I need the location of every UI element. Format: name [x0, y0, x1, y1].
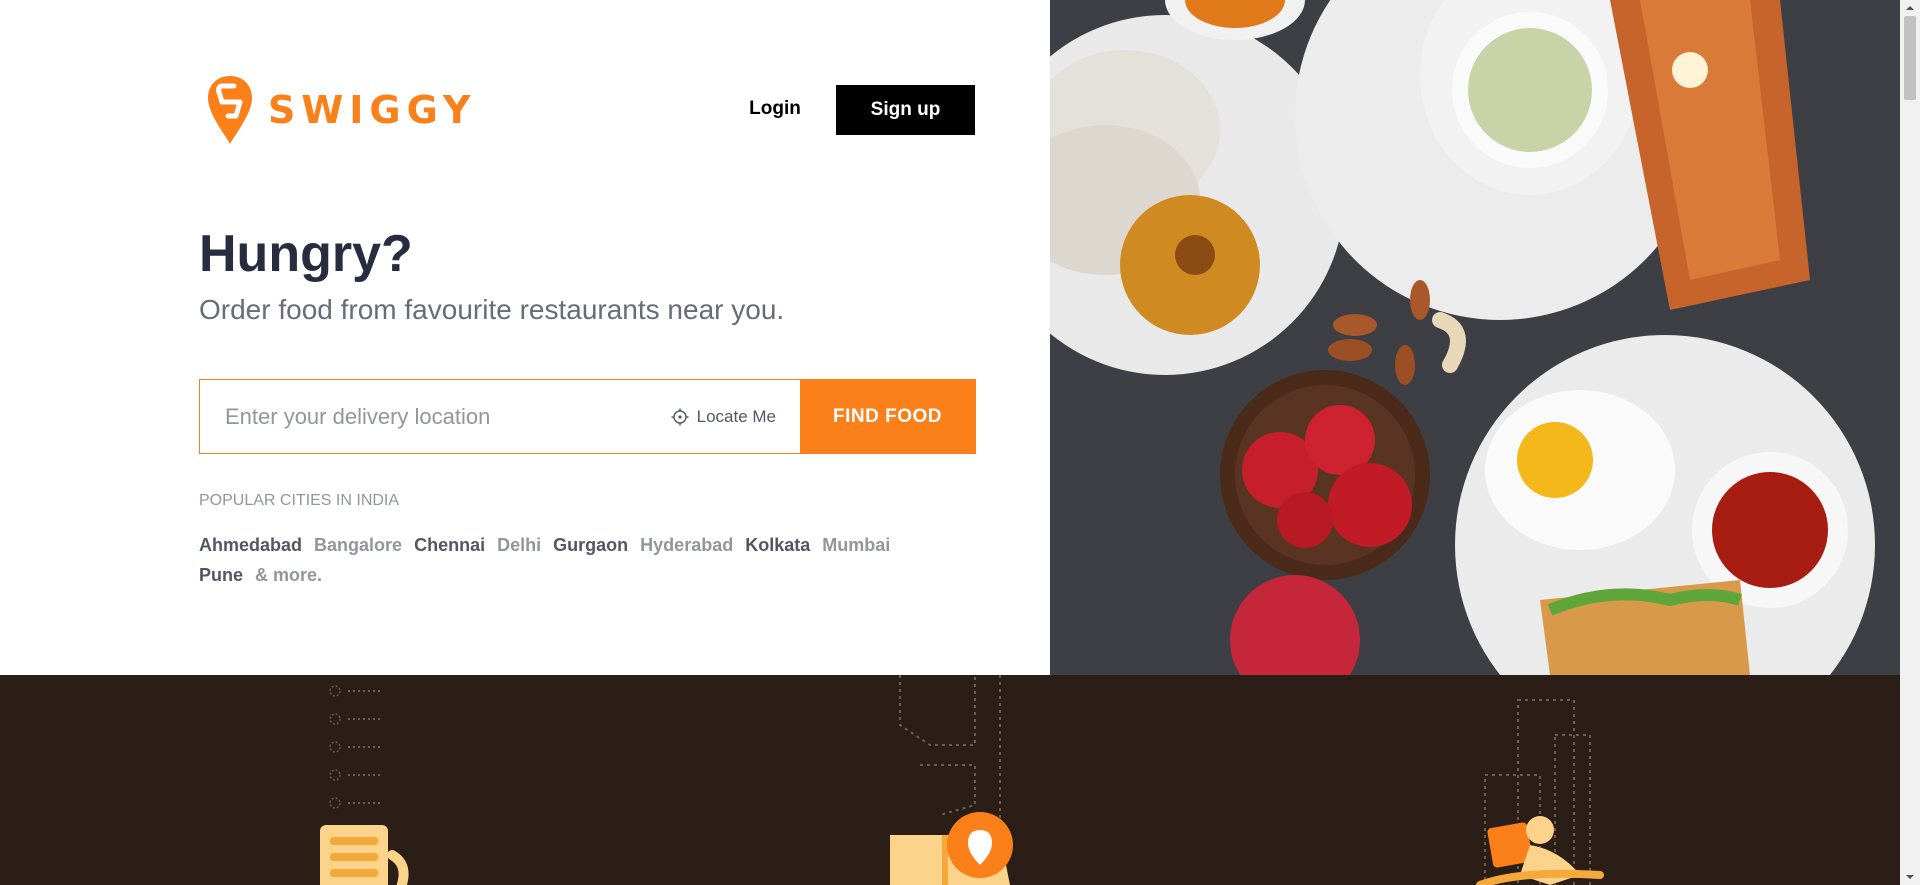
- more-cities-link[interactable]: & more.: [255, 565, 322, 585]
- find-food-button[interactable]: FIND FOOD: [800, 380, 975, 453]
- crosshair-icon: [671, 408, 689, 425]
- city-link-mumbai[interactable]: Mumbai: [822, 535, 890, 555]
- scroll-down-arrow-icon[interactable]: [1905, 872, 1915, 882]
- swiggy-logo-icon: [208, 76, 252, 144]
- food-illustration: [1050, 0, 1900, 675]
- city-link-gurgaon[interactable]: Gurgaon: [553, 535, 628, 555]
- brand-logo[interactable]: SWIGGY: [206, 74, 476, 146]
- landing-page: SWIGGY Login Sign up Hungry? Order food …: [0, 0, 1920, 885]
- popular-cities-label: POPULAR CITIES IN INDIA: [199, 492, 400, 509]
- scroll-up-arrow-icon[interactable]: [1905, 3, 1915, 13]
- city-link-kolkata[interactable]: Kolkata: [745, 535, 810, 555]
- city-link-hyderabad[interactable]: Hyderabad: [640, 535, 733, 555]
- delivery-location-input[interactable]: [200, 380, 661, 453]
- food-hero-image: [1050, 0, 1900, 675]
- page-scrollbar[interactable]: [1900, 0, 1920, 885]
- brand-name: SWIGGY: [268, 88, 477, 132]
- city-link-delhi[interactable]: Delhi: [497, 535, 541, 555]
- scrollbar-thumb[interactable]: [1904, 16, 1916, 100]
- city-link-chennai[interactable]: Chennai: [414, 535, 485, 555]
- how-it-works-band: [0, 675, 1900, 885]
- city-link-pune[interactable]: Pune: [199, 565, 243, 585]
- location-pin-icon: [890, 675, 1013, 885]
- city-link-bangalore[interactable]: Bangalore: [314, 535, 402, 555]
- hero-title: Hungry?: [199, 225, 413, 283]
- locate-me-button[interactable]: Locate Me: [661, 380, 800, 453]
- hero-left-panel: SWIGGY Login Sign up Hungry? Order food …: [0, 0, 1050, 675]
- signup-button[interactable]: Sign up: [836, 85, 975, 135]
- location-search-bar: Locate Me FIND FOOD: [199, 379, 976, 454]
- city-link-ahmedabad[interactable]: Ahmedabad: [199, 535, 302, 555]
- login-button[interactable]: Login: [730, 84, 820, 134]
- menu-list-icon: [320, 685, 409, 885]
- delivery-scooter-icon: [1476, 699, 1604, 885]
- locate-me-label: Locate Me: [696, 406, 776, 426]
- hero-subtitle: Order food from favourite restaurants ne…: [199, 294, 785, 325]
- band-illustrations: [320, 675, 1604, 885]
- popular-cities-list: Ahmedabad Bangalore Chennai Delhi Gurgao…: [199, 530, 919, 590]
